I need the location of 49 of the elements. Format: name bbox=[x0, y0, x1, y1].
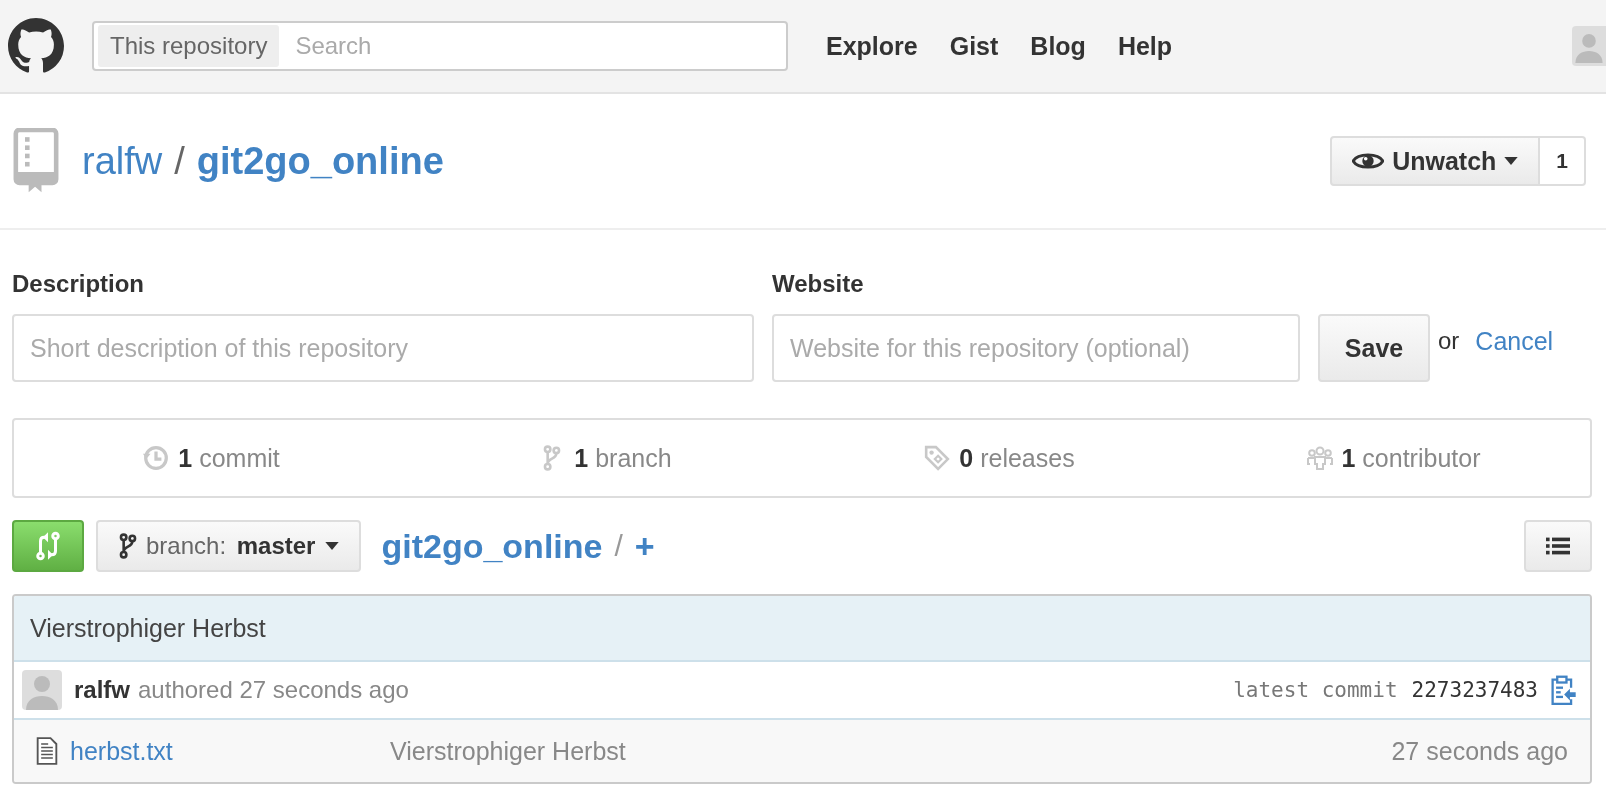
stat-link[interactable]: 1 commit bbox=[178, 443, 280, 473]
caret-icon bbox=[1504, 157, 1519, 165]
nav-link[interactable]: Explore bbox=[826, 31, 918, 61]
stat-link[interactable]: 1 branch bbox=[574, 443, 672, 473]
save-button[interactable]: Save bbox=[1318, 314, 1430, 382]
history-icon bbox=[142, 445, 171, 471]
avatar bbox=[22, 670, 62, 710]
search-field[interactable]: Search bbox=[293, 31, 782, 61]
nav-link[interactable]: Blog bbox=[1030, 31, 1086, 61]
file-name-link[interactable]: herbst.txt bbox=[70, 736, 390, 766]
text-file-icon bbox=[36, 737, 58, 765]
repo-root-link[interactable]: git2go_online bbox=[381, 526, 603, 566]
caret-icon bbox=[325, 542, 340, 550]
branch-selector[interactable]: branch: master bbox=[96, 520, 362, 572]
author-link[interactable]: ralfw bbox=[74, 676, 130, 704]
list-view-button[interactable] bbox=[1524, 520, 1592, 572]
book-icon bbox=[12, 128, 60, 194]
commit-sha-link[interactable]: 2273237483 bbox=[1411, 678, 1538, 702]
compare-arrows-icon bbox=[35, 531, 61, 561]
authored-time: authored 27 seconds ago bbox=[138, 676, 409, 704]
branch-icon bbox=[118, 533, 138, 559]
new-file-link[interactable]: + bbox=[634, 526, 655, 566]
clipboard-icon[interactable] bbox=[1550, 675, 1576, 705]
commit-message[interactable]: Vierstrophiger Herbst bbox=[30, 613, 266, 643]
nav-link[interactable]: Gist bbox=[949, 31, 999, 61]
repo-name-link[interactable]: git2go_online bbox=[196, 139, 444, 183]
watcher-count[interactable]: 1 bbox=[1540, 136, 1586, 186]
nav-link[interactable]: Help bbox=[1117, 31, 1173, 61]
repo-owner-link[interactable]: ralfw bbox=[82, 139, 163, 183]
search-bar[interactable]: This repository Search bbox=[92, 21, 788, 71]
field-label: Website bbox=[772, 270, 865, 298]
field-label: Description bbox=[12, 270, 146, 298]
stat-link[interactable]: 0 releases bbox=[959, 443, 1075, 473]
path-separator: / bbox=[174, 139, 185, 183]
search-scope[interactable]: This repository bbox=[98, 25, 280, 67]
octocat-logo-icon[interactable] bbox=[8, 18, 64, 74]
description-field[interactable]: Short description of this repository bbox=[12, 314, 754, 382]
file-age: 27 seconds ago bbox=[1391, 736, 1568, 766]
path-separator: / bbox=[614, 529, 623, 563]
or-text: or bbox=[1438, 327, 1460, 355]
latest-commit-label: latest commit bbox=[1233, 678, 1398, 702]
list-icon bbox=[1546, 536, 1570, 556]
tag-icon bbox=[923, 445, 952, 471]
unwatch-button[interactable]: Unwatch bbox=[1330, 136, 1541, 186]
cancel-link[interactable]: Cancel bbox=[1475, 326, 1554, 356]
website-field[interactable]: Website for this repository (optional) bbox=[772, 314, 1300, 382]
compare-button[interactable] bbox=[12, 520, 84, 572]
people-icon bbox=[1305, 445, 1334, 471]
stat-link[interactable]: 1 contributor bbox=[1341, 443, 1481, 473]
